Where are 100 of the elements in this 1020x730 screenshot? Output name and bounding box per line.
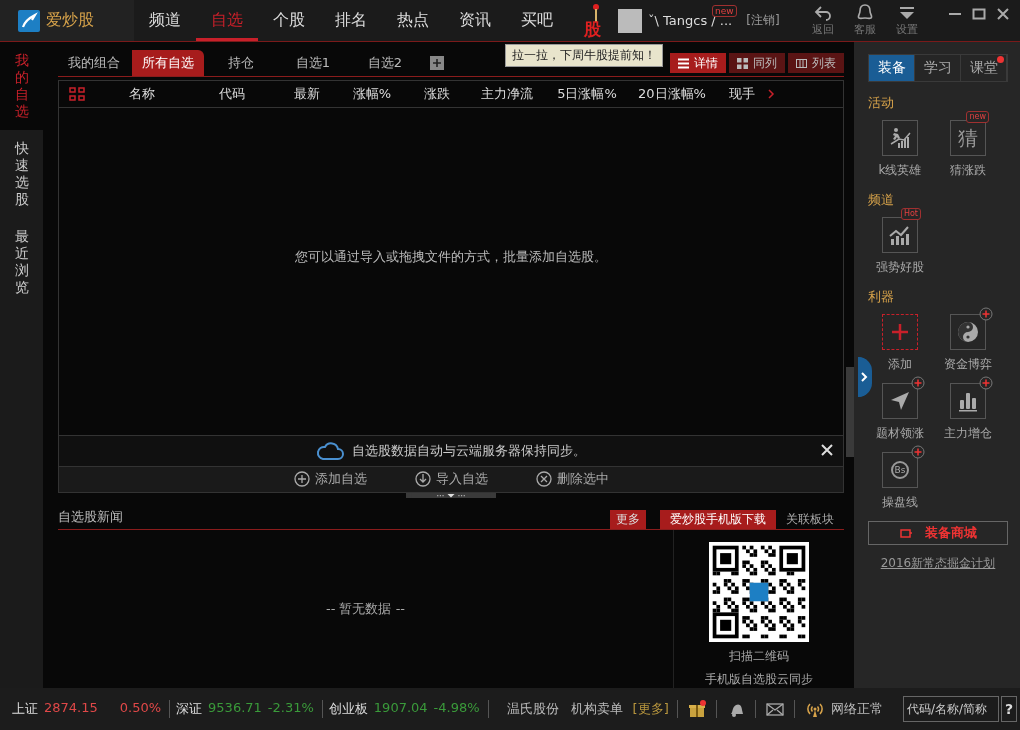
add-icon[interactable] (979, 307, 993, 321)
grid-icon[interactable] (69, 87, 85, 101)
empty-message: 您可以通过导入或拖拽文件的方式，批量添加自选股。 (295, 247, 607, 266)
signal-icon (804, 701, 825, 717)
tool-item[interactable]: Bs 操盘线 (868, 452, 932, 511)
index-name: 深证 (176, 700, 203, 718)
column-header[interactable]: 代码 (187, 85, 277, 103)
settings-button[interactable]: 设置 (888, 4, 926, 37)
tool-item[interactable]: 添加 (868, 314, 932, 373)
news-title: 自选股新闻 (58, 508, 123, 526)
promo-badge[interactable]: 股 (584, 18, 601, 41)
add-circle-icon (293, 471, 310, 488)
panel-tab[interactable]: 装备 (869, 55, 915, 81)
add-tab-icon[interactable] (430, 56, 444, 70)
tool-badge: new (966, 111, 989, 123)
add-icon[interactable] (979, 376, 993, 390)
column-header[interactable]: 现手 (717, 85, 767, 103)
stock-name[interactable]: 温氏股份 (506, 700, 559, 718)
back-button[interactable]: 返回 (804, 4, 842, 37)
more-button[interactable]: 更多 (610, 510, 646, 529)
nav-tab[interactable]: 排名 (320, 0, 382, 41)
qr-subcaption: 手机版自选股云同步 (705, 671, 813, 688)
panel-tab[interactable]: 学习 (915, 55, 961, 81)
nav-tab[interactable]: 频道 (134, 0, 196, 41)
maximize-icon[interactable] (972, 6, 986, 21)
store-icon (899, 527, 913, 539)
store-button[interactable]: 装备商城 (868, 521, 1008, 545)
column-header[interactable]: 涨幅% (337, 85, 407, 103)
promo-tooltip: 拉一拉，下周牛股提前知！ (505, 44, 663, 67)
index-name: 创业板 (328, 700, 368, 718)
app-logo-text: 爱炒股 (46, 10, 94, 31)
column-header[interactable]: 涨跌 (407, 85, 467, 103)
index-change: -2.31% (267, 700, 314, 717)
group-tab[interactable]: 持仓 (206, 50, 276, 76)
tool-item[interactable]: 主力增仓 (936, 383, 1000, 442)
back-arrow-icon (814, 4, 832, 22)
logout-link[interactable]: [注销] (746, 12, 780, 29)
tool-item[interactable]: k线英雄 (868, 120, 932, 179)
column-header[interactable]: 主力净流 (467, 85, 547, 103)
nav-tab[interactable]: 资讯 (444, 0, 506, 41)
collapse-tab[interactable] (858, 357, 872, 397)
column-header[interactable]: 5日涨幅% (547, 85, 627, 103)
group-tab[interactable]: 所有自选 (132, 50, 204, 76)
group-tab[interactable]: 自选2 (350, 50, 420, 76)
runner-chart-icon (888, 126, 912, 150)
column-header[interactable]: 名称 (97, 85, 187, 103)
view-mode-button[interactable]: 详情 (670, 53, 726, 73)
delete-button[interactable]: 删除选中 (529, 469, 615, 490)
view-mode-button[interactable]: 同列 (729, 53, 785, 73)
new-badge: new (712, 5, 737, 17)
user-avatar[interactable] (618, 8, 642, 33)
column-header[interactable]: 最新 (277, 85, 337, 103)
close-icon[interactable] (996, 6, 1010, 21)
cloud-icon (316, 441, 344, 461)
nav-tab[interactable]: 热点 (382, 0, 444, 41)
stock-search-field[interactable]: 代码/名称/简称 (903, 696, 999, 722)
section-title: 利器 (868, 288, 895, 306)
pull-handle-icon[interactable] (592, 4, 600, 22)
network-status: 网络正常 (830, 700, 883, 718)
more-link[interactable]: [更多] (632, 700, 678, 718)
section-title: 频道 (868, 191, 895, 209)
tool-item[interactable]: 资金博弈 (936, 314, 1000, 373)
index-value: 1907.04 (373, 700, 428, 717)
chevron-right-icon[interactable] (767, 89, 775, 99)
add-icon[interactable] (911, 376, 925, 390)
tool-glyph: 猜 (958, 124, 978, 152)
column-header[interactable]: 20日涨幅% (627, 85, 717, 103)
cycle-icon: Bs (891, 461, 909, 479)
view-mode-button[interactable]: 列表 (788, 53, 844, 73)
news-tab[interactable]: 关联板块 (776, 510, 844, 529)
columns-icon (796, 57, 807, 69)
group-tab[interactable]: 我的组合 (58, 50, 130, 76)
index-name: 上证 (12, 700, 38, 718)
section-title: 活动 (868, 94, 895, 112)
side-nav-item[interactable]: 最近浏览 (0, 218, 43, 306)
nav-tab[interactable]: 买吧 (506, 0, 568, 41)
feed-label[interactable]: 机构卖单 (570, 700, 623, 718)
campaign-link[interactable]: 2016新常态掘金计划 (868, 555, 1008, 572)
scrollbar[interactable] (846, 367, 854, 457)
resize-handle[interactable] (406, 492, 496, 498)
add-icon[interactable] (911, 445, 925, 459)
import-button[interactable]: 导入自选 (408, 469, 494, 490)
side-nav-item[interactable]: 我的自选 (0, 42, 43, 130)
support-button[interactable]: 客服 (846, 4, 884, 37)
group-tab[interactable]: 自选1 (278, 50, 348, 76)
index-value: 9536.71 (208, 700, 262, 717)
tool-badge: Hot (900, 208, 921, 220)
news-tab[interactable]: 爱炒股手机版下载 (660, 510, 776, 529)
index-change: -4.98% (433, 700, 480, 717)
add-button[interactable]: 添加自选 (287, 469, 373, 490)
side-nav-item[interactable]: 快速选股 (0, 130, 43, 218)
index-value: 2874.15 (44, 700, 98, 717)
tool-item[interactable]: 题材领涨 (868, 383, 932, 442)
no-data-text: -- 暂无数据 -- (326, 600, 405, 618)
delete-circle-icon (535, 471, 552, 488)
settings-icon (898, 4, 916, 22)
index-change: 0.50% (119, 700, 162, 717)
nav-tab[interactable]: 个股 (258, 0, 320, 41)
help-button[interactable]: ? (1001, 696, 1017, 722)
panel-tab[interactable]: 课堂 (961, 55, 1007, 81)
